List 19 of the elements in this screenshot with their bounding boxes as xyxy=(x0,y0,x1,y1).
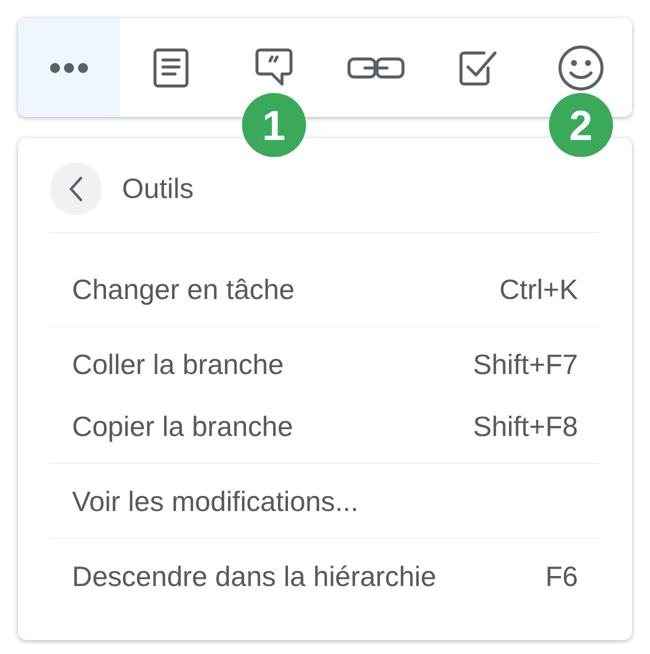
chevron-left-icon xyxy=(69,176,83,202)
toolbar-button[interactable] xyxy=(120,18,223,117)
smiley-icon xyxy=(556,44,605,92)
shortcut-label: Shift+F8 xyxy=(472,410,578,444)
shortcut-label: Shift+F7 xyxy=(472,348,578,382)
menu-item[interactable]: Descendre dans la hiérarchie F6 xyxy=(50,546,600,608)
toolbar-button[interactable] xyxy=(18,18,120,117)
document-icon xyxy=(153,48,190,88)
link-icon xyxy=(347,56,406,80)
menu-item[interactable]: Voir les modifications... xyxy=(50,471,600,533)
shortcut-label: Ctrl+K xyxy=(499,273,578,307)
back-button[interactable] xyxy=(50,163,102,215)
shortcut-label: F6 xyxy=(545,560,578,594)
menu-title: Outils xyxy=(122,172,194,206)
menu-item[interactable]: Changer en tâche Ctrl+K xyxy=(50,259,600,321)
menu-item[interactable]: Copier la branche Shift+F8 xyxy=(50,396,600,458)
menu-item[interactable]: Coller la branche Shift+F7 xyxy=(50,334,600,396)
speech-bubble-icon xyxy=(254,48,294,88)
more-icon xyxy=(49,62,90,74)
